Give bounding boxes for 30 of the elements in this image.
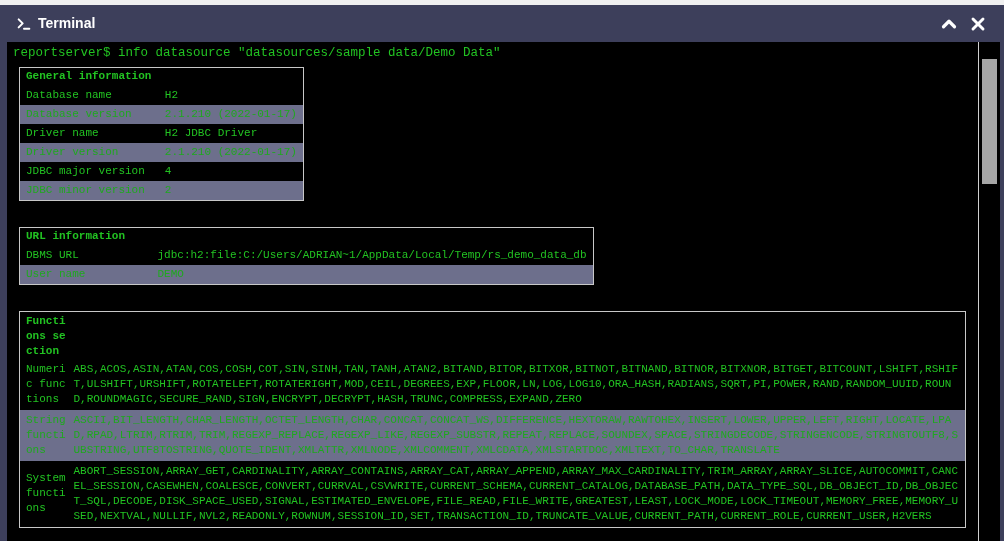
table-cell: 2 <box>164 181 304 200</box>
table-cell: User name <box>19 265 158 284</box>
table-cell: H2 JDBC Driver <box>164 124 304 143</box>
prompt-icon <box>16 15 32 32</box>
table-cell: String functions <box>19 409 74 461</box>
table-cell: DBMS URL <box>19 246 158 265</box>
table-cell: System functions <box>19 460 74 527</box>
table-heading: Functions section <box>19 311 74 359</box>
scrollbar[interactable] <box>978 42 1000 541</box>
table-heading: General information <box>19 67 304 86</box>
scrollbar-thumb[interactable] <box>982 59 997 184</box>
table-cell: 4 <box>164 162 304 181</box>
table-cell: 2.1.210 (2022-01-17) <box>164 105 304 124</box>
table-heading: URL information <box>19 227 594 246</box>
table-cell: Driver version <box>19 143 165 162</box>
table-cell: DEMO <box>157 265 594 284</box>
table-cell: H2 <box>164 86 304 105</box>
table-cell: ABS,ACOS,ASIN,ATAN,COS,COSH,COT,SIN,SINH,TAN,TANH,ATAN2,BITAND,BITOR,BITXOR,BITNOT,BITNAND,BITNOR,BITXNOR,BITGET,BITCOUNT,LSHIFT,RSHIFT,ULSHIFT,URSHIFT,ROTATELEFT,ROTATERIGHT,MOD,CEIL,DEGREES,EXP,FLOOR,LN,LOG,LOG10,ORA_HASH,RADIANS,SQRT,PI,POWER,RAND,RANDOM_UUID,ROUND,ROUNDMAGIC,SECURE_RAND,SIGN,ENCRYPT,DECRYPT,HASH,TRUNC,COMPRESS,EXPAND,ZERO <box>73 358 966 410</box>
command-line: reportserver$ info datasource "datasources/sample data/Demo Data" <box>13 46 502 62</box>
table-cell: Database version <box>19 105 165 124</box>
table-cell: Database name <box>19 86 165 105</box>
table-cell: 2.1.210 (2022-01-17) <box>164 143 304 162</box>
table-cell: JDBC major version <box>19 162 165 181</box>
table-cell: ASCII,BIT_LENGTH,CHAR_LENGTH,OCTET_LENGTH,CHAR,CONCAT,CONCAT_WS,DIFFERENCE,HEXTORAW,RAWTOHEX,INSERT,LOWER,UPPER,LEFT,RIGHT,LOCATE,LPAD,RPAD,LTRIM,RTRIM,TRIM,REGEXP_REPLACE,REGEXP_LIKE,REGEXP_SUBSTR,REPEAT,REPLACE,SOUNDEX,SPACE,STRINGDECODE,STRINGENCODE,STRINGTOUTF8,SUBSTRING,UTF8TOSTRING,QUOTE_IDENT,XMLATTR,XMLNODE,XMLCOMMENT,XMLCDATA,XMLSTARTDOC,XMLTEXT,TO_CHAR,TRANSLATE <box>73 409 966 461</box>
table-cell: Driver name <box>19 124 165 143</box>
table-cell: jdbc:h2:file:C:/Users/ADRIAN~1/AppData/Local/Temp/rs_demo_data_db <box>157 246 594 265</box>
table-cell: ABORT_SESSION,ARRAY_GET,CARDINALITY,ARRAY_CONTAINS,ARRAY_CAT,ARRAY_APPEND,ARRAY_MAX_CARDINALITY,TRIM_ARRAY,ARRAY_SLICE,AUTOCOMMIT,CANCEL_SESSION,CASEWHEN,COALESCE,CONVERT,CURRVAL,CSVWRITE,CURRENT_SCHEMA,CURRENT_CATALOG,DATABASE_PATH,DATA_TYPE_SQL,DB_OBJECT_ID,DB_OBJECT_SQL,DECODE,DISK_SPACE_USED,SIGNAL,ESTIMATED_ENVELOPE,FILE_READ,FILE_WRITE,GREATEST,LEAST,LOCK_MODE,LOCK_TIMEOUT,MEMORY_FREE,MEMORY_USED,NEXTVAL,NULLIF,NVL2,READONLY,ROWNUM,SESSION_ID,SET,TRANSACTION_ID,TRUNCATE_VALUE,CURRENT_PATH,CURRENT_ROLE,CURRENT_USER,H2VERS <box>73 460 966 527</box>
table-cell: Numeric functions <box>19 358 74 410</box>
table-cell: JDBC minor version <box>19 181 165 200</box>
window-title: Terminal <box>38 14 96 33</box>
